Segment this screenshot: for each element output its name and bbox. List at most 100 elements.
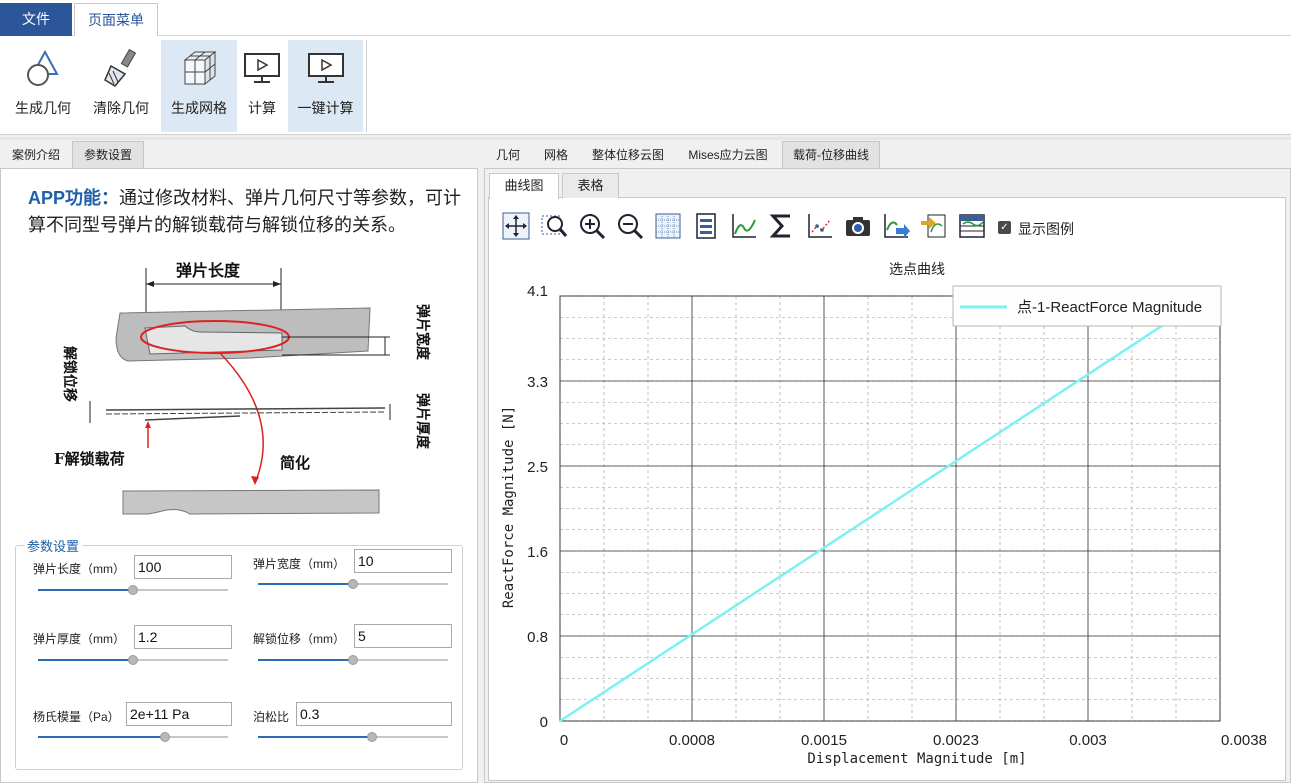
y-tick-label: 0	[540, 714, 548, 731]
y-tick-label: 0.8	[527, 629, 548, 646]
show-legend-label: 显示图例	[1018, 221, 1074, 237]
dotted-curve-icon[interactable]	[806, 212, 834, 240]
menu-page[interactable]: 页面菜单	[74, 3, 158, 37]
curve-icon[interactable]	[730, 212, 758, 240]
ribbon-separator	[366, 40, 367, 132]
page-icon[interactable]	[692, 212, 720, 240]
ribbon-divider	[0, 137, 1291, 140]
tab-table[interactable]: 表格	[562, 173, 619, 198]
param-label-youngs: 杨氏模量（Pa）	[33, 710, 120, 724]
param-label-thickness: 弹片厚度（mm）	[33, 632, 125, 646]
compute-label: 计算	[248, 100, 276, 116]
chart-legend: 点-1-ReactForce Magnitude	[952, 285, 1222, 327]
side-view-line	[105, 411, 386, 415]
monitor-play-icon	[244, 53, 280, 83]
param-label-poisson: 泊松比	[253, 710, 290, 724]
poisson-slider[interactable]	[258, 731, 448, 743]
export-curve-icon[interactable]	[882, 212, 910, 240]
one-click-compute-label: 一键计算	[297, 100, 354, 116]
compute-button[interactable]: 计算	[240, 40, 284, 132]
import-icon[interactable]	[920, 212, 948, 240]
monitor-play-icon	[307, 53, 344, 83]
y-tick-label: 1.6	[527, 544, 548, 561]
y-tick-label: 3.3	[527, 374, 548, 391]
chart-title: 选点曲线	[889, 261, 945, 277]
y-tick-label: 4.1	[527, 283, 548, 300]
arrow-icon	[145, 421, 151, 428]
x-tick-label: 0.0015	[801, 732, 847, 749]
x-tick-label: 0	[560, 732, 568, 749]
gen-geometry-button[interactable]: 生成几何	[6, 40, 80, 132]
tab-case-intro[interactable]: 案例介绍	[4, 142, 68, 169]
side-view-line	[144, 415, 241, 421]
unlock-disp-input[interactable]: 5	[354, 624, 452, 648]
geometry-icon	[27, 49, 59, 86]
mesh-cube-icon	[183, 50, 217, 86]
load-displacement-chart: 0 0.0008 0.0015 0.0023 0.003 0.0038 0 0.8 1.6 2.5…	[501, 261, 1267, 767]
label-load: F解锁载荷	[54, 450, 125, 468]
x-tick-label: 0.0038	[1221, 732, 1267, 749]
youngs-input[interactable]: 2e+11 Pa	[126, 702, 232, 726]
params-title: 参数设置	[24, 536, 83, 555]
param-label-width: 弹片宽度（mm）	[253, 557, 345, 571]
thickness-input[interactable]: 1.2	[134, 625, 232, 649]
simplify-arrow	[219, 352, 264, 484]
tab-displacement-contour[interactable]: 整体位移云图	[584, 142, 672, 169]
app-intro-label: APP功能：	[28, 188, 120, 208]
x-tick-label: 0.003	[1069, 732, 1107, 749]
thickness-slider[interactable]	[38, 654, 228, 666]
length-slider[interactable]	[38, 584, 228, 596]
zoom-out-icon[interactable]	[616, 212, 644, 240]
y-tick-label: 2.5	[527, 459, 548, 476]
ribbon: 生成几何 清除几何 生成网格 计算 一键计算	[0, 36, 1291, 135]
length-input[interactable]: 100	[134, 555, 232, 579]
arrow-icon	[251, 476, 259, 485]
tab-chart[interactable]: 曲线图	[489, 173, 559, 199]
clear-geometry-label: 清除几何	[93, 100, 149, 116]
menu-file[interactable]: 文件	[0, 3, 72, 36]
x-tick-label: 0.0008	[669, 732, 715, 749]
x-tick-label: 0.0023	[933, 732, 979, 749]
arrow-icon	[146, 281, 154, 287]
youngs-slider[interactable]	[38, 731, 228, 743]
poisson-input[interactable]: 0.3	[296, 702, 452, 726]
grid-icon[interactable]	[654, 212, 682, 240]
menu-bar: 文件 页面菜单	[0, 0, 1291, 37]
table-icon[interactable]	[958, 212, 986, 240]
clear-geometry-button[interactable]: 清除几何	[84, 40, 158, 132]
gen-mesh-button[interactable]: 生成网格	[161, 40, 237, 132]
width-input[interactable]: 10	[354, 549, 452, 573]
spring-diagram: 弹片长度 弹片宽度 解锁位移 弹片厚度 F解锁载荷 简化	[54, 261, 431, 515]
x-axis-label: Displacement Magnitude [m]	[807, 751, 1026, 767]
sum-icon[interactable]	[768, 212, 796, 240]
brush-icon	[104, 48, 137, 87]
tab-load-disp-curve[interactable]: 载荷-位移曲线	[782, 141, 880, 168]
pan-icon[interactable]	[502, 212, 530, 240]
side-view-line	[105, 407, 386, 411]
zoom-in-icon[interactable]	[578, 212, 606, 240]
tab-mesh[interactable]: 网格	[536, 142, 576, 169]
legend-entry: 点-1-ReactForce Magnitude	[1017, 299, 1202, 316]
arrow-icon	[273, 281, 281, 287]
width-slider[interactable]	[258, 578, 448, 590]
zoom-box-icon[interactable]	[540, 212, 568, 240]
label-simplify: 简化	[280, 454, 310, 472]
label-width: 弹片宽度	[414, 304, 431, 361]
param-label-unlock-disp: 解锁位移（mm）	[253, 632, 345, 646]
unlock-disp-slider[interactable]	[258, 654, 448, 666]
app-intro: APP功能：通过修改材料、弹片几何尺寸等参数，可计算不同型号弹片的解锁载荷与解锁…	[28, 185, 468, 239]
show-legend-checkbox[interactable]: ✓	[998, 221, 1011, 234]
camera-icon[interactable]	[844, 212, 872, 240]
label-unlock-disp: 解锁位移	[61, 346, 78, 402]
gen-mesh-label: 生成网格	[171, 100, 227, 116]
tab-geometry[interactable]: 几何	[488, 142, 528, 169]
y-axis-label: ReactForce Magnitude [N]	[501, 406, 517, 608]
gen-geometry-label: 生成几何	[15, 100, 71, 116]
label-thickness: 弹片厚度	[414, 393, 431, 450]
tab-param-settings[interactable]: 参数设置	[72, 141, 144, 168]
simplified-plate	[122, 489, 380, 515]
one-click-compute-button[interactable]: 一键计算	[288, 40, 363, 132]
param-label-length: 弹片长度（mm）	[33, 562, 125, 576]
label-length: 弹片长度	[176, 261, 241, 280]
tab-mises-contour[interactable]: Mises应力云图	[680, 142, 776, 169]
